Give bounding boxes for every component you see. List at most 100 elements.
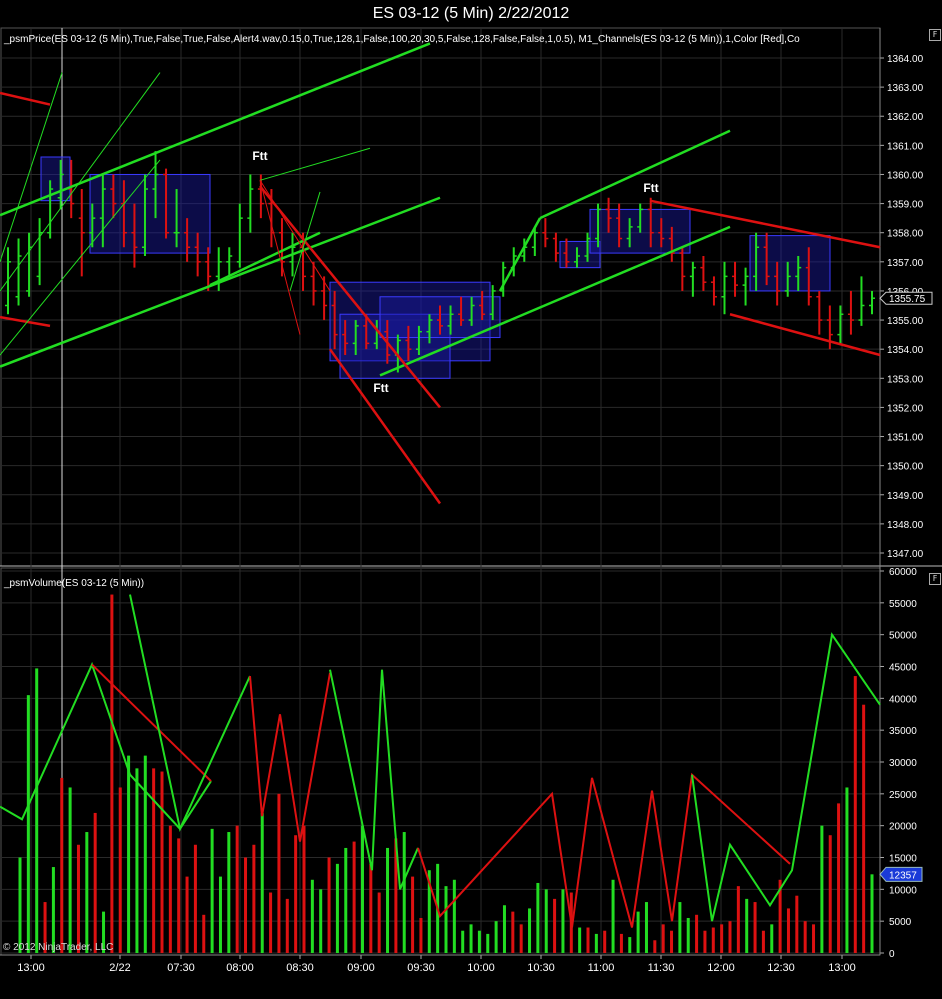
volume-bar xyxy=(411,876,415,953)
volume-bar xyxy=(528,908,532,953)
volume-bar xyxy=(511,911,515,953)
price-volume-chart[interactable]: 1347.00 1348.00 1349.00 1350.00 1351.00 1352.… xyxy=(0,0,942,999)
volume-panel-f-button[interactable]: F xyxy=(929,573,941,585)
volume-bar xyxy=(828,835,832,953)
volume-bar xyxy=(177,838,181,953)
volume-bar xyxy=(118,787,122,953)
volume-tick-label: 55000 xyxy=(889,599,917,610)
volume-bar xyxy=(553,898,557,953)
volume-bar xyxy=(812,924,816,953)
volume-bar xyxy=(285,898,289,953)
volume-bar xyxy=(202,914,206,953)
price-tick-label: 1353.00 xyxy=(887,374,924,385)
volume-bar xyxy=(711,927,715,953)
volume-bar xyxy=(670,930,674,953)
consolidation-box xyxy=(749,235,831,292)
volume-bar xyxy=(319,889,323,953)
volume-bar xyxy=(51,867,55,953)
time-tick-label: 12:00 xyxy=(707,962,735,974)
volume-bar xyxy=(218,876,222,953)
volume-bar xyxy=(795,895,799,953)
volume-tick-label: 5000 xyxy=(889,917,912,928)
volume-bar xyxy=(461,930,465,953)
volume-tick-label: 30000 xyxy=(889,758,917,769)
volume-bar xyxy=(753,902,757,953)
volume-bar xyxy=(469,924,473,953)
volume-bar xyxy=(60,777,64,953)
fan-line xyxy=(259,147,371,181)
price-tick-label: 1348.00 xyxy=(887,520,924,531)
volume-bar xyxy=(352,841,356,953)
volume-bar xyxy=(85,832,89,953)
price-tick-label: 1362.00 xyxy=(887,112,924,123)
volume-bar xyxy=(628,937,632,953)
volume-bar xyxy=(302,825,306,953)
volume-tick-label: 15000 xyxy=(889,854,917,865)
volume-bar xyxy=(862,704,866,953)
price-tick-label: 1358.00 xyxy=(887,229,924,240)
price-indicator-label: _psmPrice(ES 03-12 (5 Min),True,False,Tr… xyxy=(3,34,800,45)
volume-bar xyxy=(720,924,724,953)
volume-tick-label: 25000 xyxy=(889,790,917,801)
volume-bar xyxy=(686,917,690,953)
volume-bar xyxy=(160,771,164,953)
volume-bar xyxy=(770,924,774,953)
volume-bar xyxy=(168,825,172,953)
volume-bar xyxy=(294,835,298,953)
price-tick-label: 1354.00 xyxy=(887,345,924,356)
price-panel-f-button[interactable]: F xyxy=(929,29,941,41)
volume-bar xyxy=(360,825,364,953)
volume-bar xyxy=(853,676,857,953)
price-tick-label: 1357.00 xyxy=(887,258,924,269)
volume-bar xyxy=(786,908,790,953)
volume-bar xyxy=(227,832,231,953)
volume-bar xyxy=(402,832,406,953)
copyright-text: © 2012 NinjaTrader, LLC xyxy=(3,942,113,953)
price-tick-label: 1349.00 xyxy=(887,491,924,502)
channel-line xyxy=(0,91,51,106)
channel-line xyxy=(0,42,431,217)
volume-tick-label: 20000 xyxy=(889,822,917,833)
volume-bar xyxy=(260,812,264,953)
volume-bar xyxy=(419,917,423,953)
time-tick-label: 11:30 xyxy=(648,962,675,974)
volume-tick-label: 45000 xyxy=(889,663,917,674)
price-tick-label: 1361.00 xyxy=(887,141,924,152)
volume-bar xyxy=(335,863,339,953)
consolidation-box xyxy=(89,173,211,254)
volume-bar xyxy=(619,933,623,953)
volume-bar xyxy=(494,921,498,953)
time-tick-label: 08:30 xyxy=(286,962,314,974)
volume-tick-label: 10000 xyxy=(889,885,917,896)
volume-bar xyxy=(143,755,147,953)
volume-bar xyxy=(386,847,390,953)
volume-bar xyxy=(644,902,648,953)
time-tick-label: 09:30 xyxy=(407,962,435,974)
volume-bar xyxy=(761,930,765,953)
volume-bar xyxy=(152,768,156,953)
volume-tick-label: 50000 xyxy=(889,631,917,642)
time-tick-label: 12:30 xyxy=(767,962,795,974)
volume-bar xyxy=(603,930,607,953)
volume-bar xyxy=(444,886,448,953)
volume-bar xyxy=(736,886,740,953)
volume-bar xyxy=(502,905,506,953)
volume-bar xyxy=(127,755,131,953)
volume-bar xyxy=(35,668,39,953)
volume-bar xyxy=(653,940,657,953)
time-tick-label: 07:30 xyxy=(167,962,195,974)
volume-bar xyxy=(578,927,582,953)
ftt-marker: Ftt xyxy=(373,381,388,395)
volume-bar xyxy=(486,933,490,953)
volume-indicator-label: _psmVolume(ES 03-12 (5 Min)) xyxy=(3,578,144,589)
ftt-marker: Ftt xyxy=(252,149,267,163)
volume-bar xyxy=(870,874,874,953)
volume-bar xyxy=(193,844,197,953)
volume-bar xyxy=(110,594,114,953)
volume-swing-line xyxy=(91,663,212,782)
volume-bar xyxy=(327,857,331,953)
volume-bar xyxy=(544,889,548,953)
time-tick-label: 09:00 xyxy=(347,962,375,974)
volume-bar xyxy=(18,857,22,953)
volume-bar xyxy=(76,844,80,953)
